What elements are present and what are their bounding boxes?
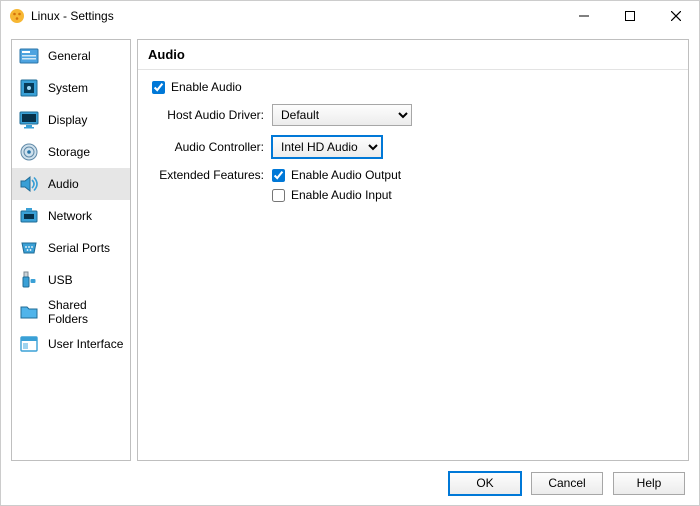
sidebar-item-label: Audio [48,177,79,191]
sidebar-item-label: Network [48,209,92,223]
minimize-icon [579,11,589,21]
sidebar-item-label: Serial Ports [48,241,110,255]
sidebar-item-general[interactable]: General [12,40,130,72]
enable-audio-output-label: Enable Audio Output [291,168,401,182]
sidebar-item-display[interactable]: Display [12,104,130,136]
body: General System Display Storage Audio Net… [1,31,699,461]
enable-audio-input-label: Enable Audio Input [291,188,392,202]
enable-audio-input-checkbox[interactable] [272,189,285,202]
sidebar-item-user-interface[interactable]: User Interface [12,328,130,360]
extended-features-label: Extended Features: [152,168,272,182]
sidebar-item-label: USB [48,273,73,287]
main-panel: Audio Enable Audio Host Audio Driver: De… [137,39,689,461]
app-icon [9,8,25,24]
host-driver-label: Host Audio Driver: [152,108,272,122]
sidebar-item-network[interactable]: Network [12,200,130,232]
settings-window: Linux - Settings General System Displ [0,0,700,506]
system-icon [18,77,40,99]
sidebar-item-usb[interactable]: USB [12,264,130,296]
host-driver-row: Host Audio Driver: Default [152,104,674,126]
enable-audio-label: Enable Audio [171,80,242,94]
storage-icon [18,141,40,163]
sidebar: General System Display Storage Audio Net… [11,39,131,461]
sidebar-item-label: Shared Folders [48,298,124,326]
sidebar-item-label: System [48,81,88,95]
extended-features-row: Extended Features: Enable Audio Output [152,168,674,182]
usb-icon [18,269,40,291]
enable-audio-input-row: Enable Audio Input [152,188,674,202]
sidebar-item-label: User Interface [48,337,123,351]
enable-audio-checkbox[interactable] [152,81,165,94]
sidebar-item-label: Storage [48,145,90,159]
titlebar: Linux - Settings [1,1,699,31]
display-icon [18,109,40,131]
general-icon [18,45,40,67]
sidebar-item-label: Display [48,113,87,127]
close-button[interactable] [653,1,699,31]
sidebar-item-storage[interactable]: Storage [12,136,130,168]
user-interface-icon [18,333,40,355]
sidebar-item-label: General [48,49,91,63]
sidebar-item-audio[interactable]: Audio [12,168,130,200]
help-button[interactable]: Help [613,472,685,495]
network-icon [18,205,40,227]
minimize-button[interactable] [561,1,607,31]
maximize-button[interactable] [607,1,653,31]
audio-controller-row: Audio Controller: Intel HD Audio [152,136,674,158]
enable-audio-output-checkbox[interactable] [272,169,285,182]
sidebar-item-serial-ports[interactable]: Serial Ports [12,232,130,264]
page-title: Audio [138,40,688,70]
enable-audio-row: Enable Audio [152,80,674,94]
ok-button[interactable]: OK [449,472,521,495]
sidebar-item-shared-folders[interactable]: Shared Folders [12,296,130,328]
footer: OK Cancel Help [1,461,699,505]
page-content: Enable Audio Host Audio Driver: Default … [138,70,688,460]
audio-controller-select[interactable]: Intel HD Audio [272,136,382,158]
window-title: Linux - Settings [31,9,114,23]
audio-icon [18,173,40,195]
sidebar-item-system[interactable]: System [12,72,130,104]
host-driver-select[interactable]: Default [272,104,412,126]
serial-ports-icon [18,237,40,259]
maximize-icon [625,11,635,21]
close-icon [671,11,681,21]
audio-controller-label: Audio Controller: [152,140,272,154]
shared-folders-icon [18,301,40,323]
cancel-button[interactable]: Cancel [531,472,603,495]
